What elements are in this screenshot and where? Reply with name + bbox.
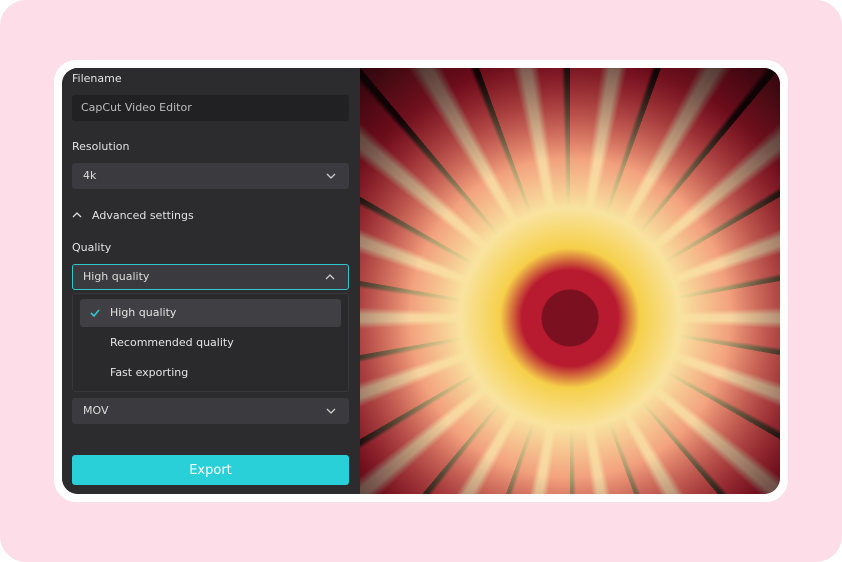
quality-select[interactable]: High quality — [72, 264, 349, 290]
option-label: Recommended quality — [110, 336, 234, 349]
quality-dropdown-menu: High quality Recommended quality Fast ex… — [72, 293, 349, 392]
chevron-up-icon — [324, 265, 336, 289]
resolution-value: 4k — [83, 169, 97, 182]
format-select[interactable]: MOV — [72, 398, 349, 424]
option-label: High quality — [110, 306, 177, 319]
export-button[interactable]: Export — [72, 455, 349, 485]
advanced-settings-label: Advanced settings — [92, 208, 194, 222]
check-icon — [90, 309, 100, 318]
chevron-up-icon — [72, 212, 82, 218]
filename-label: Filename — [72, 72, 122, 85]
export-settings-panel: Filename CapCut Video Editor Resolution … — [62, 68, 360, 494]
quality-label: Quality — [72, 241, 112, 254]
quality-option-fast[interactable]: Fast exporting — [80, 359, 341, 387]
format-value: MOV — [83, 404, 109, 417]
resolution-label: Resolution — [72, 140, 130, 153]
export-dialog: Filename CapCut Video Editor Resolution … — [62, 68, 780, 494]
quality-value: High quality — [83, 270, 150, 283]
quality-option-recommended[interactable]: Recommended quality — [80, 329, 341, 357]
preview-image — [360, 68, 780, 494]
chevron-down-icon — [325, 163, 337, 189]
resolution-select[interactable]: 4k — [72, 163, 349, 189]
filename-input[interactable]: CapCut Video Editor — [72, 95, 349, 121]
option-label: Fast exporting — [110, 366, 189, 379]
quality-option-high[interactable]: High quality — [80, 299, 341, 327]
chevron-down-icon — [325, 398, 337, 424]
advanced-settings-toggle[interactable]: Advanced settings — [72, 207, 194, 223]
